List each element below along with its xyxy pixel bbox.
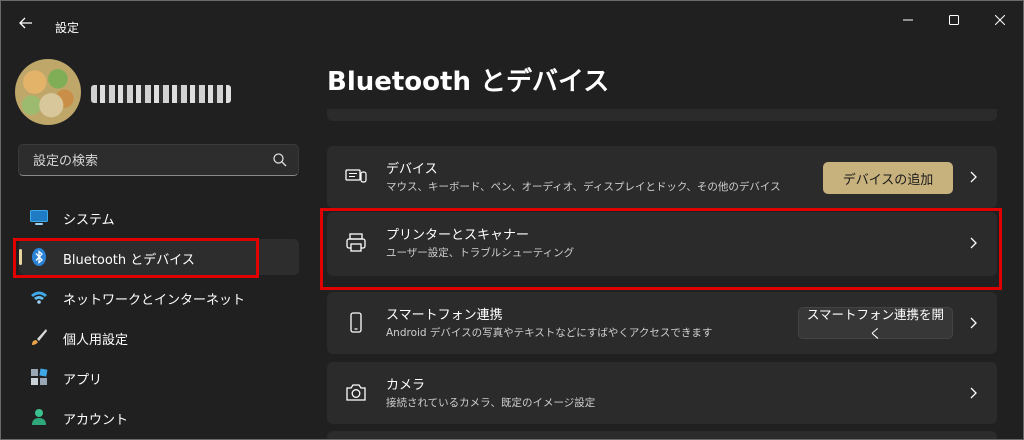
sidebar-item-network[interactable]: ネットワークとインターネット xyxy=(19,279,299,315)
card-camera[interactable]: カメラ 接続されているカメラ、既定のイメージ設定 xyxy=(327,362,997,424)
chevron-right-icon xyxy=(970,171,977,183)
search-box[interactable] xyxy=(18,144,299,176)
maximize-button[interactable] xyxy=(931,5,977,35)
sidebar-item-label: Bluetooth とデバイス xyxy=(63,253,195,268)
monitor-icon xyxy=(30,210,48,225)
username-redacted xyxy=(91,85,231,103)
sidebar-item-system[interactable]: システム xyxy=(19,199,299,235)
sidebar-item-personalization[interactable]: 個人用設定 xyxy=(19,319,299,355)
card-devices[interactable]: デバイス マウス、キーボード、ペン、オーディオ、ディスプレイとドック、その他のデ… xyxy=(327,146,997,208)
maximize-icon xyxy=(949,15,959,25)
camera-icon xyxy=(346,384,366,401)
chevron-right-icon xyxy=(970,387,977,399)
printer-icon xyxy=(346,233,366,252)
apps-icon xyxy=(31,368,48,385)
card-subtitle: Android デバイスの写真やテキストなどにすばやくアクセスできます xyxy=(386,327,713,339)
selection-indicator xyxy=(19,249,22,265)
minimize-icon xyxy=(903,19,913,21)
search-input[interactable] xyxy=(31,151,265,171)
card-partial-bottom xyxy=(327,431,997,439)
chevron-right-icon xyxy=(970,317,977,329)
sidebar-item-label: アプリ xyxy=(63,373,103,388)
card-subtitle: マウス、キーボード、ペン、オーディオ、ディスプレイとドック、その他のデバイス xyxy=(386,181,781,193)
card-title: プリンターとスキャナー xyxy=(386,228,530,243)
bluetooth-icon xyxy=(32,248,46,266)
account-icon xyxy=(32,409,46,425)
card-subtitle: 接続されているカメラ、既定のイメージ設定 xyxy=(386,397,596,409)
sidebar-item-label: ネットワークとインターネット xyxy=(63,293,246,308)
avatar[interactable] xyxy=(15,59,81,125)
wifi-icon xyxy=(31,291,47,304)
sidebar-item-bluetooth[interactable]: Bluetooth とデバイス xyxy=(19,239,299,275)
card-phone-link[interactable]: スマートフォン連携 Android デバイスの写真やテキストなどにすばやくアクセ… xyxy=(327,292,997,354)
card-title: デバイス xyxy=(386,162,438,177)
close-icon xyxy=(995,15,1005,25)
card-title: カメラ xyxy=(386,378,426,393)
devices-icon xyxy=(345,169,367,183)
search-icon xyxy=(273,153,287,167)
sidebar-item-label: アカウント xyxy=(63,413,129,428)
sidebar-item-accounts[interactable]: アカウント xyxy=(19,399,299,435)
back-button[interactable] xyxy=(9,9,43,37)
sidebar-item-label: 個人用設定 xyxy=(63,333,129,348)
add-device-button[interactable]: デバイスの追加 xyxy=(823,162,953,194)
card-partial-top xyxy=(327,109,997,121)
open-phone-link-button[interactable]: スマートフォン連携を開く xyxy=(798,307,953,341)
settings-window: 設定 システム Bluetooth とデバイス ネットワークとインターネット 個… xyxy=(0,0,1024,440)
card-subtitle: ユーザー設定、トラブルシューティング xyxy=(386,247,575,259)
card-printers-scanners[interactable]: プリンターとスキャナー ユーザー設定、トラブルシューティング xyxy=(327,212,997,276)
phone-icon xyxy=(350,312,362,333)
paintbrush-icon xyxy=(32,329,47,345)
chevron-right-icon xyxy=(970,237,977,249)
close-button[interactable] xyxy=(977,5,1023,35)
title-bar: 設定 xyxy=(1,1,1023,41)
page-title: Bluetooth とデバイス xyxy=(327,67,610,97)
app-title: 設定 xyxy=(55,21,80,35)
sidebar-item-apps[interactable]: アプリ xyxy=(19,359,299,395)
minimize-button[interactable] xyxy=(885,5,931,35)
sidebar-item-label: システム xyxy=(63,213,115,228)
back-arrow-icon xyxy=(19,17,32,29)
card-title: スマートフォン連携 xyxy=(386,308,503,323)
